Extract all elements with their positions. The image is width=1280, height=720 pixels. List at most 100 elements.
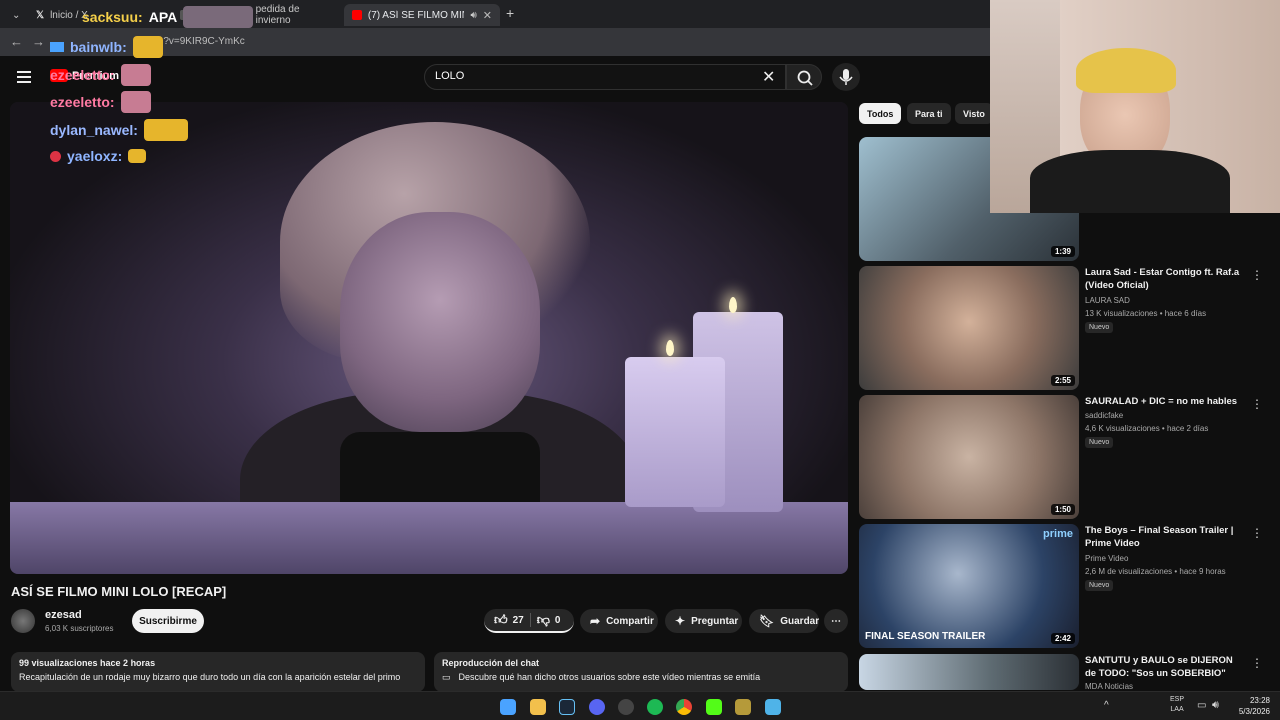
new-tab-button[interactable]: + (506, 5, 514, 21)
webcam-cap (1076, 48, 1176, 93)
prime-logo: prime (1043, 528, 1073, 540)
chat-replay-text: Descubre qué han dicho otros usuarios so… (458, 672, 761, 682)
time: 23:28 (1249, 696, 1270, 705)
tab-label: pedida de invierno (255, 4, 300, 26)
voice-search-button[interactable] (832, 63, 860, 91)
dislike-button[interactable]: 👎︎ 0 (537, 612, 561, 628)
close-tab-icon[interactable]: ✕ (483, 9, 492, 22)
url-field[interactable]: tch?v=9KIR9C-YmKc (150, 36, 245, 47)
chat-text: APA (148, 9, 178, 25)
video-thumbnail[interactable]: 2:55 (859, 266, 1079, 390)
more-vert-icon[interactable]: ⋮ (1251, 268, 1263, 282)
x-logo-icon: 𝕏 (36, 9, 45, 21)
menu-icon[interactable] (17, 71, 31, 83)
recommendation-item[interactable]: 2:55 Laura Sad - Estar Contigo ft. Raf.a… (859, 266, 1269, 390)
ask-button[interactable]: ✦ Preguntar (665, 609, 742, 633)
youtube-favicon-icon (352, 10, 362, 20)
chrome-icon[interactable] (676, 699, 692, 715)
kick-icon[interactable] (706, 699, 722, 715)
chat-user: sacksuu: (82, 9, 143, 25)
emote-icon (132, 36, 163, 58)
channel-avatar[interactable] (11, 609, 35, 633)
back-icon[interactable]: ← (10, 34, 23, 49)
chip-todos[interactable]: Todos (859, 103, 902, 124)
search-input[interactable]: LOLO (424, 64, 786, 90)
channel-name[interactable]: LAURA SAD (1085, 296, 1130, 305)
stream-chat-message: bainwlb: (50, 36, 163, 58)
description-box[interactable]: 99 visualizaciones hace 2 horas Recapitu… (11, 652, 425, 692)
app-icon[interactable] (735, 699, 751, 715)
view-count: 99 visualizaciones hace 2 horas (19, 658, 156, 668)
save-button[interactable]: 🔖︎ Guardar (749, 609, 819, 633)
like-count: 27 (512, 614, 524, 626)
stream-chat-message: ezeeletto: (50, 91, 151, 113)
video-title[interactable]: The Boys – Final Season Trailer | Prime … (1085, 524, 1245, 550)
video-meta: 2,6 M de visualizaciones • hace 9 horas (1085, 567, 1226, 576)
share-button[interactable]: ➦ Compartir (580, 609, 658, 633)
clock[interactable]: 23:28 5/3/2026 (1230, 695, 1270, 717)
tab-list-button[interactable]: ⌄ (4, 4, 24, 26)
emote-icon (183, 6, 254, 28)
obs-icon[interactable] (618, 699, 634, 715)
tab-label: (7) ASÍ SE FILMO MINI LOLO (367, 9, 465, 21)
date: 5/3/2026 (1238, 707, 1270, 716)
thumbs-down-icon: 👎︎ (536, 612, 550, 627)
more-vert-icon[interactable]: ⋮ (1251, 526, 1263, 540)
save-label: Guardar (780, 615, 820, 627)
chip-para-ti[interactable]: Para ti (907, 103, 951, 124)
network-icon[interactable]: ▭ (1197, 700, 1206, 711)
video-player[interactable] (10, 102, 848, 574)
more-vert-icon[interactable]: ⋮ (1251, 656, 1263, 670)
like-dislike-group: 👍︎ 27 👎︎ 0 (484, 609, 574, 633)
new-badge: Nuevo (1085, 322, 1114, 333)
channel-name[interactable]: Prime Video (1085, 554, 1128, 563)
new-badge: Nuevo (1085, 580, 1114, 591)
video-person-face (340, 212, 540, 432)
video-meta: 4,6 K visualizaciones • hace 2 días (1085, 424, 1209, 433)
webcam-overlay (990, 0, 1280, 213)
candle-flame (666, 340, 674, 356)
steam-icon[interactable] (559, 699, 575, 715)
more-vert-icon[interactable]: ⋮ (1251, 397, 1263, 411)
channel-name[interactable]: MDA Noticias (1085, 682, 1133, 690)
recommendation-item[interactable]: SANTUTU y BAULO se DIJERON de TODO: "Sos… (859, 654, 1269, 690)
forward-icon[interactable]: → (32, 34, 45, 49)
windows-start-icon[interactable] (500, 699, 516, 715)
candle-front (625, 357, 725, 507)
stream-chat-message: sacksuu: APA (82, 6, 254, 28)
video-title[interactable]: SANTUTU y BAULO se DIJERON de TODO: "Sos… (1085, 654, 1245, 680)
video-thumbnail[interactable] (859, 654, 1079, 690)
recommendation-item[interactable]: prime FINAL SEASON TRAILER 2:42 The Boys… (859, 524, 1269, 648)
video-title[interactable]: SAURALAD + DIC = no me hables (1085, 395, 1245, 408)
spotify-icon[interactable] (647, 699, 663, 715)
video-duration: 2:55 (1050, 375, 1075, 386)
recommendation-item[interactable]: 1:50 SAURALAD + DIC = no me hables saddi… (859, 395, 1269, 519)
subscribe-button[interactable]: Suscribirme (132, 609, 204, 633)
video-title[interactable]: Laura Sad - Estar Contigo ft. Raf.a (Vid… (1085, 266, 1245, 292)
language-indicator[interactable]: ESP LAA (1170, 695, 1184, 715)
clear-search-icon[interactable]: ✕ (762, 67, 775, 87)
chevron-up-icon[interactable]: ^ (1104, 700, 1109, 711)
emote-icon (120, 91, 151, 113)
more-actions-button[interactable]: ⋯ (824, 609, 848, 633)
discord-icon[interactable] (589, 699, 605, 715)
subscriber-count: 6,03 K suscriptores (45, 624, 114, 633)
chat-replay-row: ▭ Descubre qué han dicho otros usuarios … (442, 672, 840, 683)
video-thumbnail[interactable]: prime FINAL SEASON TRAILER 2:42 (859, 524, 1079, 648)
channel-name[interactable]: ezesad (45, 609, 82, 621)
search-icon (797, 70, 813, 86)
video-thumbnail[interactable]: 1:50 (859, 395, 1079, 519)
channel-name[interactable]: saddicfake (1085, 411, 1123, 420)
tab-youtube-active[interactable]: (7) ASÍ SE FILMO MINI LOLO 🔊︎ ✕ (344, 4, 500, 26)
webcam-shirt (1030, 150, 1230, 213)
chevron-down-icon: ⌄ (12, 9, 21, 21)
thumbnail-caption: FINAL SEASON TRAILER (865, 631, 986, 642)
chat-replay-box[interactable]: Reproducción del chat ▭ Descubre qué han… (434, 652, 848, 692)
chip-visto[interactable]: Visto (955, 103, 993, 124)
file-explorer-icon[interactable] (530, 699, 546, 715)
like-button[interactable]: 👍︎ 27 (494, 612, 524, 628)
search-button[interactable] (786, 64, 822, 90)
notepad-icon[interactable] (765, 699, 781, 715)
speaker-icon[interactable]: 🔊︎ (470, 10, 476, 21)
volume-icon[interactable]: 🔊︎ (1212, 699, 1219, 712)
